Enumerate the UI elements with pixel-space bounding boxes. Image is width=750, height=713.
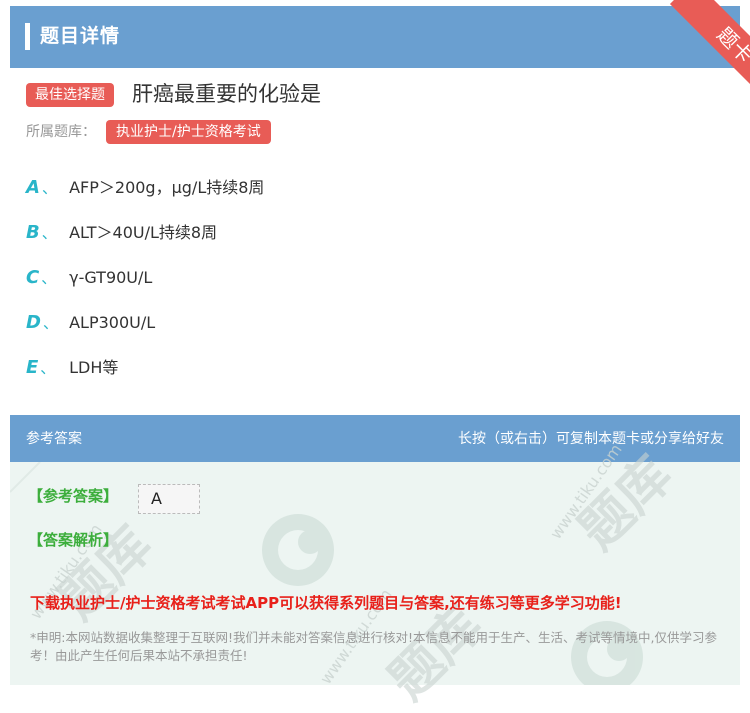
option-d[interactable]: D、 ALP300U/L bbox=[26, 310, 155, 336]
option-text: ALT＞40U/L持续8周 bbox=[69, 223, 218, 242]
option-letter: E、 bbox=[26, 357, 56, 378]
page-title: 题目详情 bbox=[40, 25, 121, 47]
option-letter: A、 bbox=[26, 177, 57, 198]
corner-ribbon: 题卡 bbox=[650, 0, 750, 88]
option-letter: D、 bbox=[26, 312, 58, 333]
option-text: ALP300U/L bbox=[69, 313, 156, 332]
page-header: 题目详情 bbox=[10, 6, 740, 68]
question-type-badge: 最佳选择题 bbox=[26, 83, 114, 107]
question-title: 肝癌最重要的化验是 bbox=[132, 82, 321, 106]
share-hint: 长按（或右击）可复制本题卡或分享给好友 bbox=[458, 431, 724, 447]
option-letter: C、 bbox=[26, 267, 57, 288]
option-text: γ-GT90U/L bbox=[69, 268, 153, 287]
ribbon-label: 题卡 bbox=[669, 0, 750, 88]
question-bank-label: 所属题库： bbox=[26, 124, 96, 140]
option-letter: B、 bbox=[26, 222, 57, 243]
option-a[interactable]: A、 AFP＞200g，μg/L持续8周 bbox=[26, 175, 264, 201]
option-text: LDH等 bbox=[69, 358, 119, 377]
option-b[interactable]: B、 ALT＞40U/L持续8周 bbox=[26, 220, 217, 246]
explanation-label: 【答案解析】 bbox=[28, 531, 119, 549]
app-download-link[interactable]: 下载执业护士/护士资格考试考试APP可以获得系列题目与答案,还有练习等更多学习功… bbox=[30, 593, 622, 613]
answer-section-title: 参考答案 bbox=[26, 431, 82, 447]
answer-value: A bbox=[138, 484, 200, 514]
header-accent-bar bbox=[25, 23, 30, 50]
option-e[interactable]: E、 LDH等 bbox=[26, 355, 118, 381]
answer-label: 【参考答案】 bbox=[28, 487, 119, 505]
option-c[interactable]: C、 γ-GT90U/L bbox=[26, 265, 152, 291]
option-text: AFP＞200g，μg/L持续8周 bbox=[69, 178, 265, 197]
question-bank-link[interactable]: 执业护士/护士资格考试 bbox=[106, 120, 271, 144]
disclaimer-text: *申明:本网站数据收集整理于互联网!我们并未能对答案信息进行核对!本信息不能用于… bbox=[30, 630, 717, 663]
